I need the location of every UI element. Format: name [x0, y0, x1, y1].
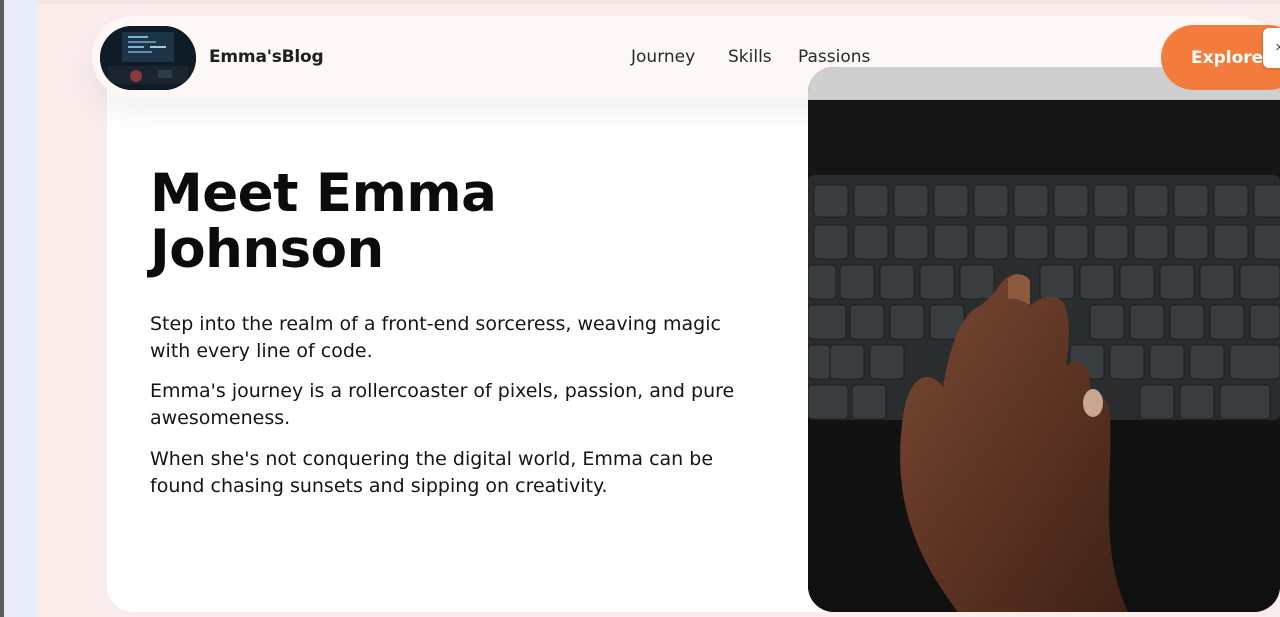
hero-image — [808, 67, 1280, 612]
intro-paragraph: Step into the realm of a front-end sorce… — [150, 313, 721, 362]
side-strip — [4, 0, 36, 617]
keyboard-photo — [808, 67, 1280, 612]
nav-skills[interactable]: Skills — [728, 47, 772, 67]
avatar-image — [100, 26, 196, 90]
brand-name[interactable]: Emma'sBlog — [209, 47, 324, 67]
nav-passions[interactable]: Passions — [798, 47, 870, 67]
journey-paragraph: Emma's journey is a rollercoaster of pix… — [150, 380, 735, 429]
hobbies-paragraph: When she's not conquering the digital wo… — [150, 448, 714, 497]
close-icon[interactable]: ✕ — [1263, 28, 1280, 68]
page-title: Meet Emma Johnson — [150, 163, 497, 280]
avatar[interactable] — [100, 26, 196, 90]
top-band — [36, 0, 1280, 4]
nav-journey[interactable]: Journey — [631, 47, 695, 67]
